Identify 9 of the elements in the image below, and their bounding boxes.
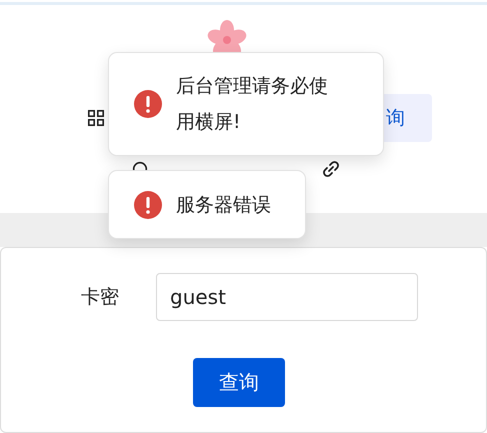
query-button[interactable]: 查询 bbox=[193, 358, 285, 407]
toast-message: 服务器错误 bbox=[176, 192, 271, 218]
toast-message: 后台管理请务必使用横屏! bbox=[176, 74, 329, 135]
error-icon bbox=[134, 90, 162, 118]
input-field[interactable]: guest bbox=[156, 273, 418, 321]
link-icon[interactable] bbox=[321, 159, 341, 179]
error-icon bbox=[134, 190, 162, 218]
grid-icon[interactable] bbox=[87, 109, 105, 127]
field-label: 卡密 bbox=[80, 285, 120, 310]
